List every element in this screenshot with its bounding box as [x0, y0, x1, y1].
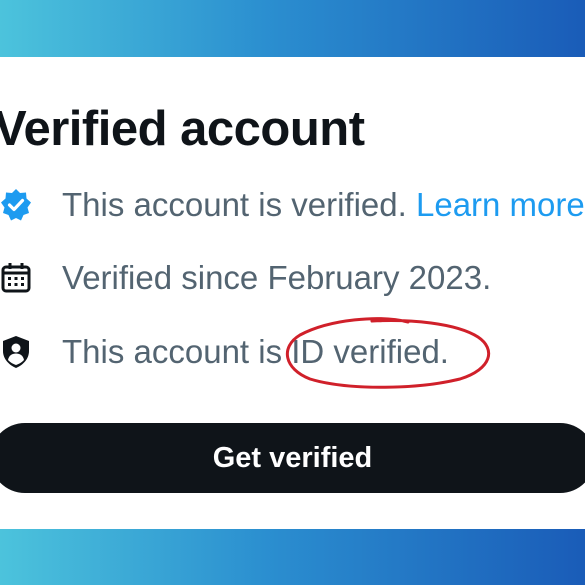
id-verified-row: This account is ID verified. [0, 330, 585, 374]
verification-card: Verified account This account is verifie… [0, 57, 585, 529]
verified-since-row: Verified since February 2023. [0, 256, 585, 300]
calendar-icon [1, 263, 31, 293]
id-verified-text: This account is ID verified. [62, 333, 449, 370]
verified-since-text: Verified since February 2023. [62, 259, 492, 296]
get-verified-label: Get verified [212, 441, 373, 474]
verified-row-text: This account is verified. Learn more [62, 186, 585, 224]
verified-row: This account is verified. Learn more [0, 183, 585, 227]
card-title: Verified account [0, 102, 365, 156]
learn-more-link[interactable]: Learn more [416, 186, 585, 223]
verified-badge-icon [1, 189, 31, 221]
verified-statement: This account is verified. [62, 186, 416, 223]
get-verified-button[interactable]: Get verified [0, 423, 585, 493]
id-shield-icon [3, 336, 29, 368]
